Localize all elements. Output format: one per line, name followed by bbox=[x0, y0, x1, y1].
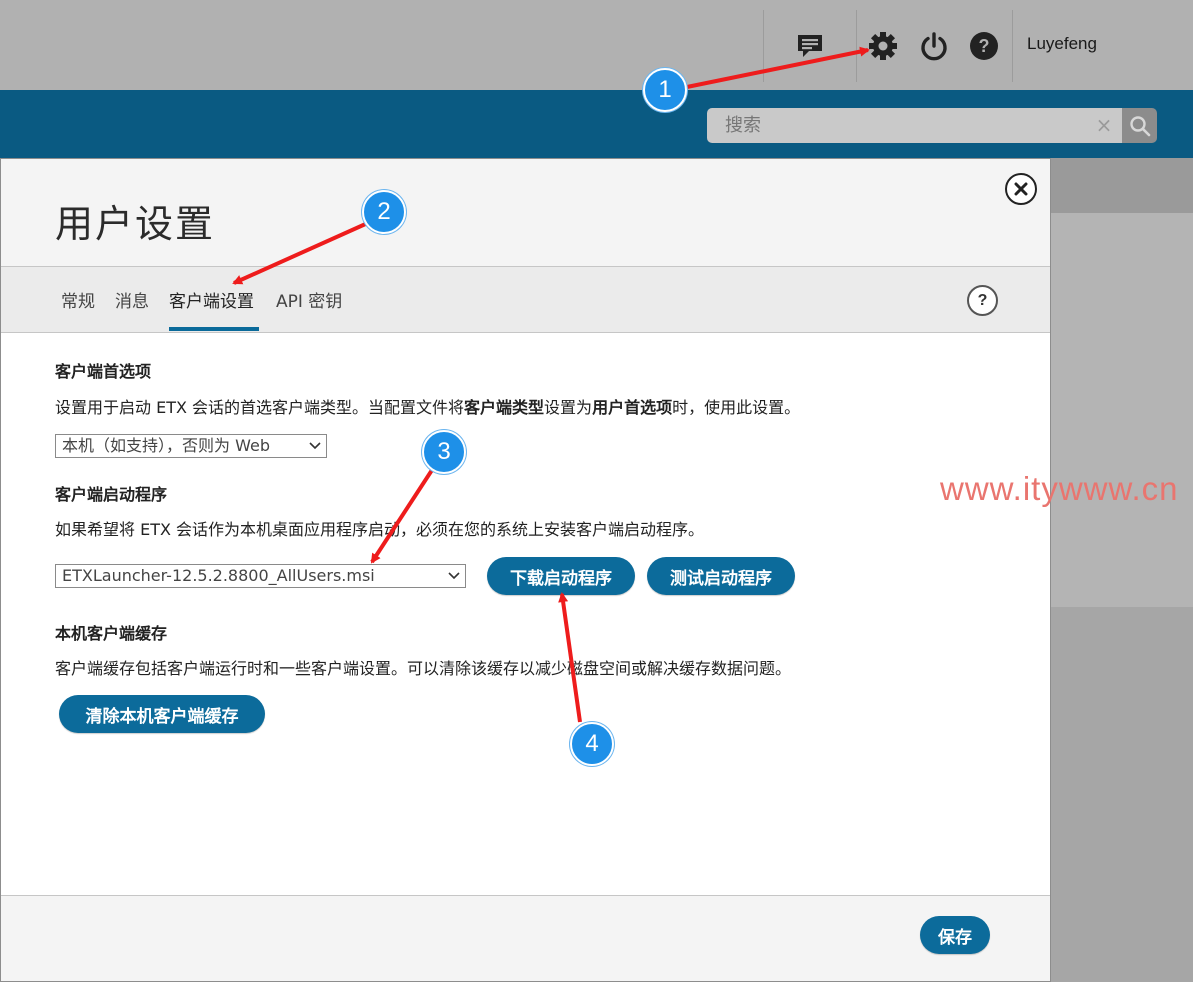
watermark: www.itywww.cn bbox=[940, 470, 1179, 507]
chevron-down-icon bbox=[309, 442, 321, 450]
svg-text:?: ? bbox=[979, 36, 990, 56]
tab-messages[interactable]: 消息 bbox=[115, 287, 149, 312]
tab-api-keys[interactable]: API 密钥 bbox=[276, 287, 342, 312]
dialog-footer: 保存 bbox=[1, 895, 1050, 981]
preference-description: 设置用于启动 ETX 会话的首选客户端类型。当配置文件将客户端类型设置为用户首选… bbox=[55, 398, 801, 417]
divider bbox=[856, 10, 857, 82]
tab-general[interactable]: 常规 bbox=[61, 287, 95, 312]
launcher-description: 如果希望将 ETX 会话作为本机桌面应用程序启动，必须在您的系统上安装客户端启动… bbox=[55, 520, 705, 539]
dialog-title: 用户设置 bbox=[55, 202, 216, 246]
search-button[interactable] bbox=[1122, 108, 1157, 143]
top-bar: ? Luyefeng bbox=[0, 0, 1193, 90]
clear-search-icon[interactable]: × bbox=[1092, 113, 1116, 137]
annotation-badge-2: 2 bbox=[362, 190, 406, 234]
user-settings-dialog: 用户设置 常规 消息 客户端设置 API 密钥 ? 客户端首选项 设置用于启动 … bbox=[0, 158, 1051, 982]
annotation-badge-4: 4 bbox=[570, 722, 614, 766]
cache-description: 客户端缓存包括客户端运行时和一些客户端设置。可以清除该缓存以减少磁盘空间或解决缓… bbox=[55, 659, 792, 678]
launcher-select[interactable]: ETXLauncher-12.5.2.8800_AllUsers.msi bbox=[55, 564, 466, 588]
background-panel bbox=[1051, 213, 1193, 607]
section-title-launcher: 客户端启动程序 bbox=[55, 485, 168, 504]
clear-cache-button[interactable]: 清除本机客户端缓存 bbox=[59, 695, 265, 733]
section-title-preference: 客户端首选项 bbox=[55, 362, 152, 381]
client-type-select[interactable]: 本机（如支持），否则为 Web bbox=[55, 434, 327, 458]
help-button[interactable]: ? bbox=[967, 285, 998, 316]
power-icon[interactable] bbox=[916, 28, 952, 64]
search-input[interactable] bbox=[707, 108, 1087, 143]
background-strip bbox=[1051, 158, 1193, 213]
launcher-value: ETXLauncher-12.5.2.8800_AllUsers.msi bbox=[62, 566, 375, 585]
close-button[interactable] bbox=[1005, 173, 1037, 205]
client-type-value: 本机（如支持），否则为 Web bbox=[62, 436, 270, 455]
divider bbox=[1012, 10, 1013, 82]
save-button[interactable]: 保存 bbox=[920, 916, 990, 954]
gear-icon[interactable] bbox=[865, 28, 901, 64]
test-launcher-button[interactable]: 测试启动程序 bbox=[647, 557, 795, 595]
username[interactable]: Luyefeng bbox=[1027, 34, 1097, 54]
annotation-badge-3: 3 bbox=[422, 430, 466, 474]
divider bbox=[763, 10, 764, 82]
chat-icon[interactable] bbox=[792, 28, 828, 64]
dialog-header: 用户设置 bbox=[1, 159, 1050, 267]
tab-client-settings[interactable]: 客户端设置 bbox=[169, 287, 254, 312]
tab-bar: 常规 消息 客户端设置 API 密钥 ? bbox=[1, 266, 1050, 333]
search-icon bbox=[1129, 115, 1150, 136]
annotation-badge-1: 1 bbox=[643, 68, 687, 112]
download-launcher-button[interactable]: 下载启动程序 bbox=[487, 557, 635, 595]
search-box: × bbox=[707, 108, 1122, 143]
close-icon bbox=[1014, 182, 1028, 196]
chevron-down-icon bbox=[448, 572, 460, 580]
section-title-cache: 本机客户端缓存 bbox=[55, 624, 168, 643]
help-icon[interactable]: ? bbox=[966, 28, 1002, 64]
active-tab-indicator bbox=[169, 327, 259, 331]
